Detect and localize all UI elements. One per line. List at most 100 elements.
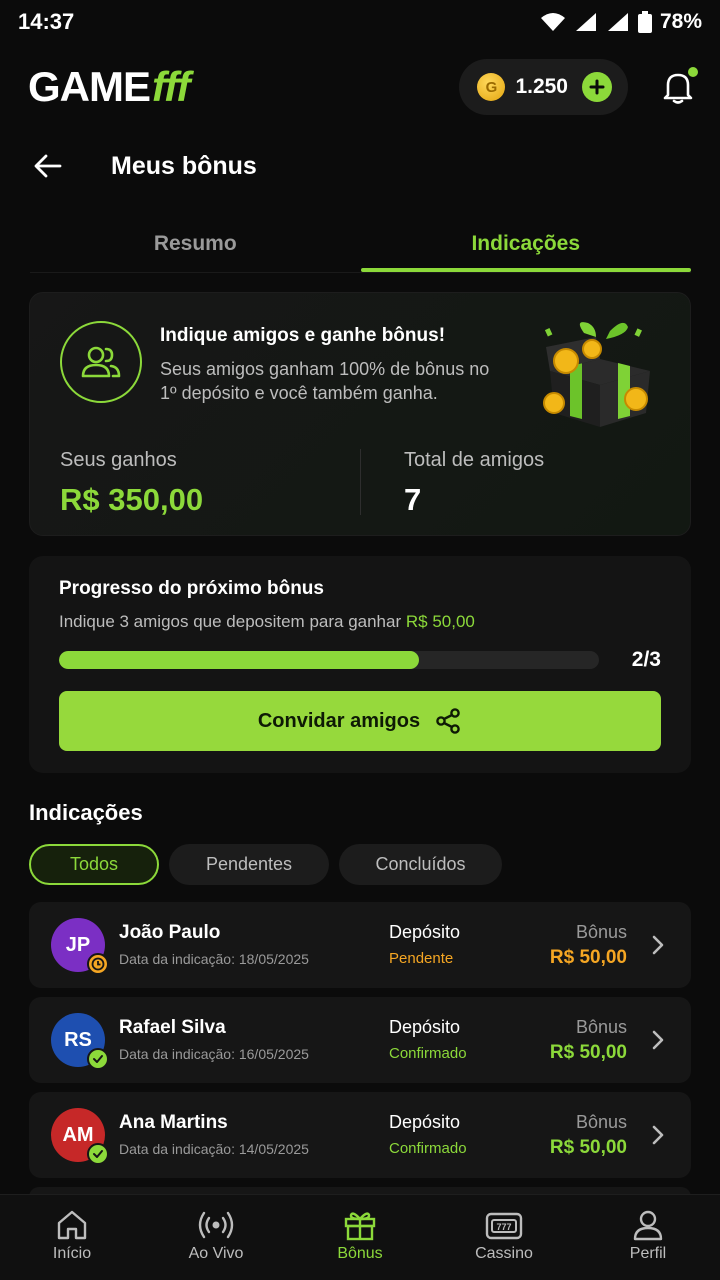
invite-title: Indique amigos e ganhe bônus!: [160, 325, 446, 346]
user-icon: [633, 1210, 663, 1241]
progress-count: 2/3: [631, 648, 661, 671]
wifi-icon: [540, 13, 565, 31]
nav-label: Perfil: [629, 1245, 667, 1262]
nav-label: Cassino: [475, 1245, 533, 1262]
logo[interactable]: GAME fff: [28, 63, 190, 111]
avatar: RS: [51, 1013, 109, 1070]
deposit-status: Confirmado: [389, 1045, 467, 1062]
bonus-label: Bônus: [575, 1017, 627, 1037]
chevron-right-icon: [652, 935, 664, 955]
progress-card: Progresso do próximo bônus Indique 3 ami…: [29, 556, 691, 773]
gift-box-illustration: [543, 322, 650, 427]
svg-text:777: 777: [496, 1222, 511, 1232]
status-bar: 14:37 78%: [0, 0, 720, 44]
progress-title: Progresso do próximo bônus: [59, 578, 324, 599]
back-button[interactable]: [32, 150, 64, 182]
avatar-initials: JP: [65, 933, 91, 956]
referral-date: Data da indicação: 14/05/2025: [119, 1141, 309, 1157]
bonus-value: R$ 50,00: [549, 1137, 627, 1158]
friends-label: Total de amigos: [404, 449, 545, 471]
stat-divider: [360, 449, 361, 515]
arrow-left-icon: [34, 154, 62, 178]
share-icon: [436, 708, 460, 734]
progress-description-text: Indique 3 amigos que depositem para ganh…: [59, 612, 402, 631]
check-icon: [93, 1150, 103, 1158]
coins-value: 1.250: [515, 75, 568, 98]
earnings-value: R$ 350,00: [60, 482, 204, 517]
referral-name: Ana Martins: [119, 1112, 228, 1133]
progress-bar-fill: [59, 651, 420, 669]
referral-date: Data da indicação: 18/05/2025: [119, 951, 309, 967]
referral-date: Data da indicação: 16/05/2025: [119, 1046, 309, 1062]
invite-friends-label: Convidar amigos: [257, 709, 421, 732]
battery-percent: 78%: [659, 10, 702, 33]
status-time: 14:37: [18, 9, 75, 34]
header-actions: G 1.250: [459, 59, 698, 115]
friends-icon: [81, 346, 121, 378]
notifications-button[interactable]: [658, 67, 698, 107]
referral-row[interactable]: RS Rafael Silva Data da indicação: 16/05…: [29, 997, 691, 1083]
gift-icon: [344, 1212, 376, 1241]
referral-row[interactable]: JP João Paulo Data da indicação: 18/05/2…: [29, 902, 691, 988]
bonus-label: Bônus: [575, 922, 627, 942]
avatar-initials: AM: [62, 1123, 94, 1146]
referrals-title: Indicações: [29, 800, 143, 825]
nav-bonus[interactable]: Bônus: [288, 1195, 432, 1280]
status-icons: 78%: [540, 10, 702, 34]
deposit-status: Confirmado: [389, 1140, 467, 1157]
battery-icon: [637, 11, 652, 33]
deposit-status: Pendente: [389, 950, 454, 967]
nav-ao-vivo[interactable]: Ao Vivo: [144, 1195, 288, 1280]
progress-description: Indique 3 amigos que depositem para ganh…: [59, 612, 475, 632]
bonus-value: R$ 50,00: [549, 947, 627, 968]
logo-accent: fff: [152, 63, 190, 110]
filter-pendentes[interactable]: Pendentes: [169, 844, 329, 885]
nav-perfil[interactable]: Perfil: [576, 1195, 720, 1280]
signal-icon: [575, 13, 596, 31]
live-icon: [198, 1211, 234, 1239]
earnings-stat: Seus ganhos R$ 350,00: [60, 449, 203, 518]
tab-indicacoes[interactable]: Indicações: [360, 215, 692, 272]
avatar: JP: [51, 918, 109, 975]
nav-label: Ao Vivo: [188, 1245, 244, 1262]
signal-icon-2: [607, 13, 628, 31]
add-coins-button[interactable]: [582, 72, 612, 102]
check-icon: [93, 1055, 103, 1063]
invite-card: Indique amigos e ganhe bônus! Seus amigo…: [29, 292, 691, 536]
slot-machine-icon: 777: [485, 1212, 523, 1240]
confirmed-badge: [87, 1048, 109, 1070]
nav-cassino[interactable]: 777 Cassino: [432, 1195, 576, 1280]
plus-icon: [589, 79, 605, 95]
earnings-label: Seus ganhos: [60, 449, 177, 471]
referral-row[interactable]: AM Ana Martins Data da indicação: 14/05/…: [29, 1092, 691, 1178]
page-title: Meus bônus: [111, 151, 257, 180]
avatar-initials: RS: [64, 1028, 92, 1051]
referral-name: Rafael Silva: [119, 1017, 226, 1038]
avatar: AM: [51, 1108, 109, 1165]
tab-resumo[interactable]: Resumo: [30, 215, 361, 272]
clock-icon: [91, 957, 105, 971]
filter-concluidos[interactable]: Concluídos: [339, 844, 502, 885]
tabs: Resumo Indicações: [30, 215, 691, 273]
coin-icon: G: [477, 73, 506, 101]
bottom-nav: Início Ao Vivo Bônus 777 Cassino Perfil: [0, 1194, 720, 1280]
friends-icon-circle: [60, 321, 142, 403]
friends-stat: Total de amigos 7: [404, 449, 544, 518]
bonus-label: Bônus: [575, 1112, 627, 1132]
referral-filters: Todos Pendentes Concluídos: [29, 844, 502, 885]
deposit-label: Depósito: [389, 1112, 461, 1132]
chevron-right-icon: [652, 1030, 664, 1050]
friends-value: 7: [404, 482, 422, 517]
progress-reward: R$ 50,00: [405, 612, 475, 631]
confirmed-badge: [87, 1143, 109, 1165]
deposit-label: Depósito: [389, 1017, 461, 1037]
chevron-right-icon: [652, 1125, 664, 1145]
nav-inicio[interactable]: Início: [0, 1195, 144, 1280]
coins-balance[interactable]: G 1.250: [459, 59, 628, 115]
home-icon: [57, 1210, 87, 1240]
progress-bar: [59, 651, 599, 669]
invite-friends-button[interactable]: Convidar amigos: [59, 691, 661, 751]
deposit-label: Depósito: [389, 922, 461, 942]
filter-todos[interactable]: Todos: [29, 844, 159, 885]
referral-name: João Paulo: [119, 922, 221, 943]
